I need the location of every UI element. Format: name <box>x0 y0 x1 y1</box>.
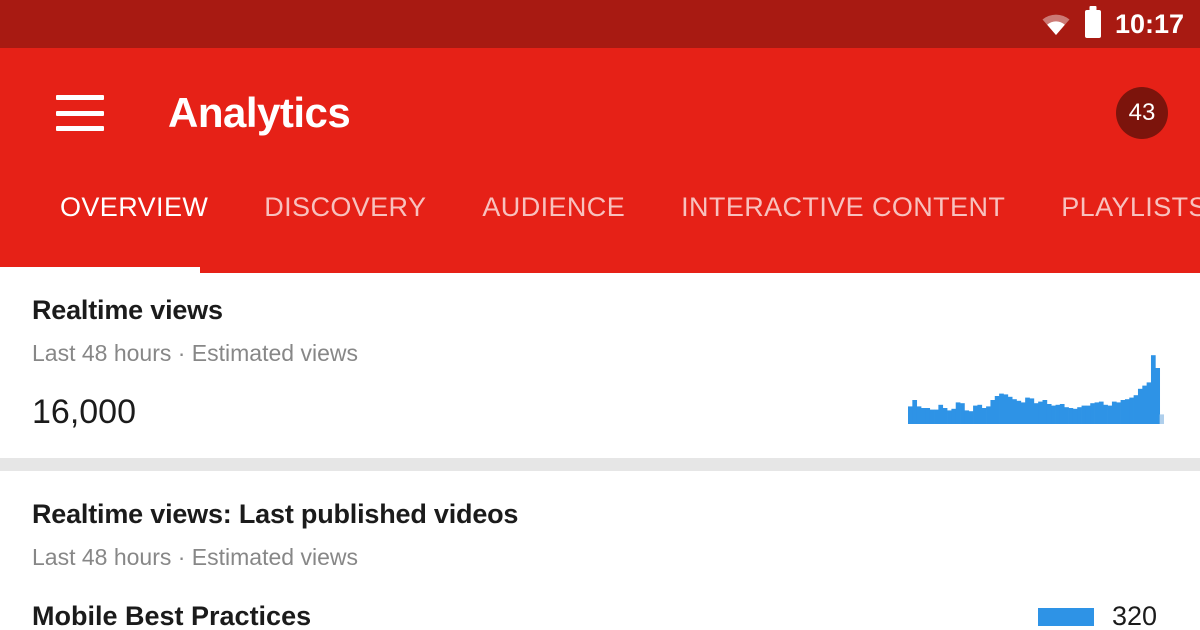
tab-interactive-content[interactable]: INTERACTIVE CONTENT <box>653 178 1033 273</box>
wifi-icon <box>1041 12 1071 36</box>
tab-discovery-label: DISCOVERY <box>264 192 427 222</box>
list-item[interactable]: Mobile Best Practices 320 <box>32 601 1168 630</box>
card-last-published-subtitle: Last 48 hours · Estimated views <box>32 544 358 570</box>
card-last-published-title: Realtime views: Last published videos <box>32 499 519 529</box>
status-bar: 10:17 <box>0 0 1200 48</box>
tab-bar: OVERVIEW DISCOVERY AUDIENCE INTERACTIVE … <box>0 178 1200 273</box>
tab-playlists[interactable]: PLAYLISTS <box>1033 178 1200 273</box>
hamburger-line-1 <box>56 95 104 100</box>
status-bar-icons: 10:17 <box>1041 10 1184 38</box>
app-bar: Analytics 43 <box>0 48 1200 178</box>
tab-audience-label: AUDIENCE <box>482 192 626 222</box>
tab-overview[interactable]: OVERVIEW <box>32 178 236 273</box>
avatar-label: 43 <box>1128 99 1156 126</box>
tab-playlists-label: PLAYLISTS <box>1061 192 1200 222</box>
video-title: Mobile Best Practices <box>32 601 312 630</box>
hamburger-menu-icon[interactable] <box>56 95 104 131</box>
tab-discovery[interactable]: DISCOVERY <box>236 178 454 273</box>
realtime-views-sparkline-chart <box>908 344 1164 424</box>
tab-overview-label: OVERVIEW <box>60 192 209 222</box>
card-realtime-views-title: Realtime views <box>32 295 223 325</box>
card-realtime-views[interactable]: Realtime views Last 48 hours · Estimated… <box>0 273 1200 458</box>
content-area: Realtime views Last 48 hours · Estimated… <box>0 273 1200 630</box>
video-view-count: 320 <box>1112 601 1158 630</box>
page-title: Analytics <box>168 89 351 136</box>
battery-icon <box>1084 10 1101 38</box>
status-time: 10:17 <box>1114 8 1184 39</box>
hamburger-line-3 <box>56 126 104 131</box>
avatar[interactable]: 43 <box>1116 87 1168 139</box>
tab-audience[interactable]: AUDIENCE <box>454 178 653 273</box>
tab-interactive-content-label: INTERACTIVE CONTENT <box>681 192 1006 222</box>
card-realtime-views-last-published[interactable]: Realtime views: Last published videos La… <box>0 471 1200 630</box>
hamburger-line-2 <box>56 110 104 116</box>
video-bar-indicator <box>1038 607 1094 626</box>
